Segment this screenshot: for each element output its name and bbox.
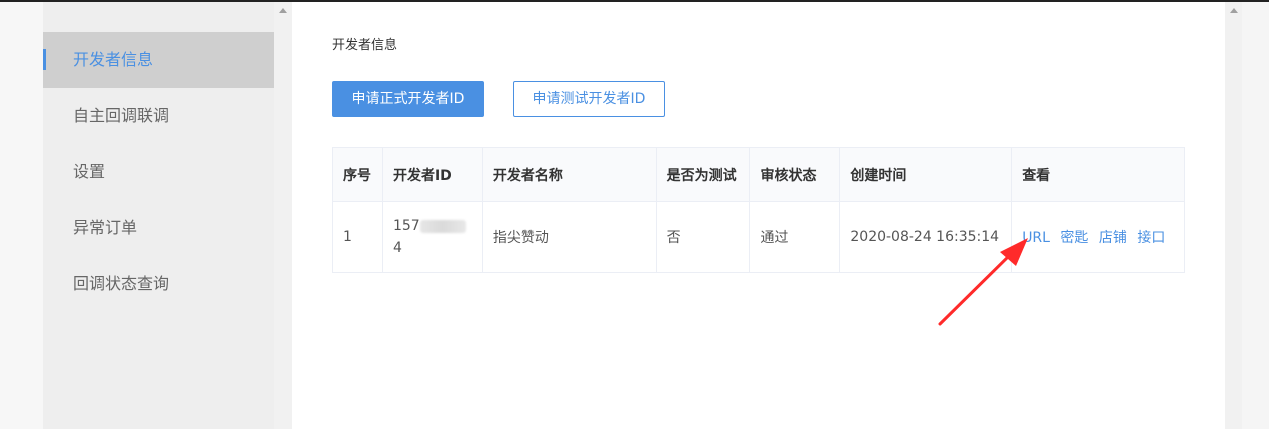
- annotation-arrow-icon: [938, 238, 1028, 326]
